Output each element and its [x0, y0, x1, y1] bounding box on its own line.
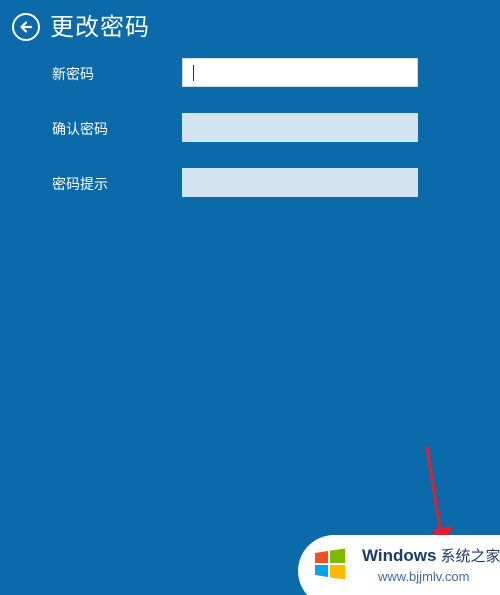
confirm-password-row: 确认密码: [52, 112, 422, 167]
back-arrow-icon[interactable]: [12, 13, 40, 41]
page-title: 更改密码: [50, 13, 150, 41]
watermark-brand: Windows 系统之家: [362, 545, 500, 566]
password-hint-row: 密码提示: [52, 167, 422, 222]
text-caret: [193, 65, 194, 81]
confirm-password-label: 确认密码: [52, 122, 108, 138]
change-password-page: 更改密码 新密码 确认密码 密码提示 Windows 系统之家 www.bjjm…: [0, 0, 500, 595]
watermark-brand-cn: 系统之家: [440, 547, 500, 565]
watermark-brand-en: Windows: [362, 546, 437, 565]
page-header: 更改密码: [12, 10, 150, 44]
password-hint-input[interactable]: [182, 168, 418, 197]
new-password-label: 新密码: [52, 67, 94, 83]
windows-logo-icon: [315, 548, 345, 580]
site-watermark: Windows 系统之家 www.bjjmlv.com: [298, 535, 500, 595]
confirm-password-input[interactable]: [182, 113, 418, 142]
back-arrow-glyph: [20, 21, 33, 33]
watermark-url: www.bjjmlv.com: [378, 569, 470, 584]
password-form: 新密码 确认密码 密码提示: [52, 57, 422, 222]
new-password-row: 新密码: [52, 57, 422, 112]
password-hint-label: 密码提示: [52, 177, 108, 193]
new-password-input[interactable]: [182, 58, 418, 87]
